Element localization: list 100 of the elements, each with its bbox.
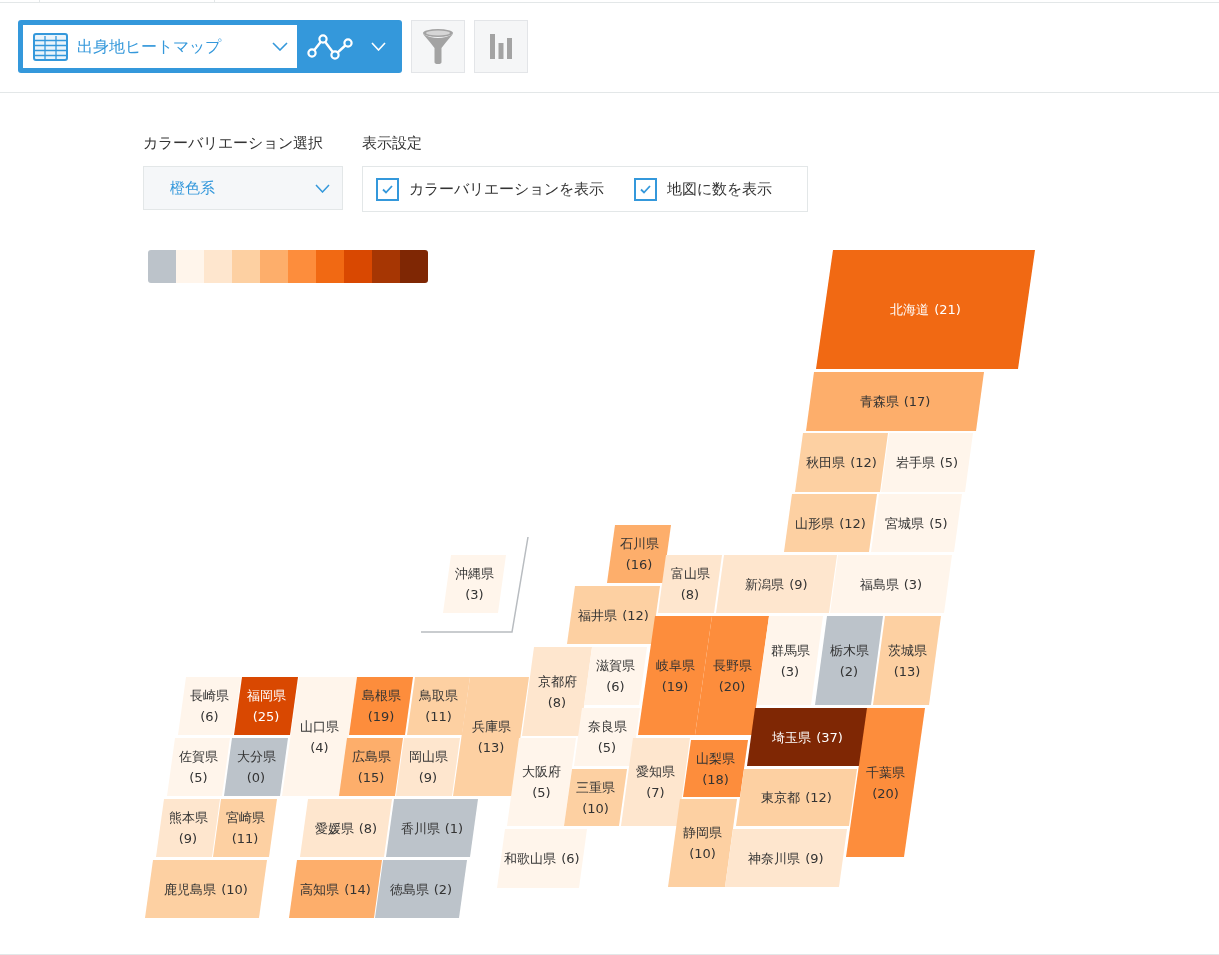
prefecture-count: (10) <box>689 845 716 862</box>
prefecture-name: 長崎県 <box>190 687 229 704</box>
prefecture-count: (6) <box>561 850 580 867</box>
prefecture-name: 富山県 <box>670 565 710 582</box>
prefecture-count: (37) <box>816 728 843 746</box>
prefecture-name: 和歌山県 <box>504 850 557 867</box>
funnel-icon <box>422 28 454 65</box>
prefecture-count: (9) <box>178 830 198 847</box>
prefecture-name: 秋田県 <box>806 454 846 471</box>
prefecture-name: 愛媛県 <box>314 819 354 837</box>
prefecture-name: 福島県 <box>859 575 899 593</box>
prefecture-count: (10) <box>221 880 248 898</box>
prefecture-count: (13) <box>893 662 921 680</box>
prefecture-count: (3) <box>780 662 800 680</box>
prefecture-name: 福井県 <box>578 606 618 624</box>
prefecture-name: 鹿児島県 <box>164 880 217 898</box>
prefecture-count: (17) <box>903 393 931 410</box>
prefecture-count: (2) <box>839 662 859 680</box>
chevron-down-icon <box>315 183 330 193</box>
prefecture-count: (25) <box>252 708 280 725</box>
prefecture-count: (7) <box>646 784 665 801</box>
prefecture-count: (18) <box>702 770 729 788</box>
checkmark-icon <box>640 184 651 194</box>
prefecture-name: 香川県 <box>400 819 440 837</box>
prefecture-count: (5) <box>532 784 551 801</box>
filter-button[interactable] <box>411 20 465 73</box>
prefecture-count: (12) <box>805 789 832 806</box>
prefecture-count: (5) <box>189 769 208 786</box>
prefecture-name: 宮崎県 <box>225 809 265 826</box>
table-icon <box>33 32 68 61</box>
prefecture-count: (9) <box>418 769 438 786</box>
prefecture-name: 静岡県 <box>683 824 722 841</box>
prefecture-name: 沖縄県 <box>455 565 494 582</box>
prefecture-count: (5) <box>939 454 959 471</box>
prefecture-name: 宮城県 <box>885 514 925 532</box>
prefecture-name: 島根県 <box>361 687 401 704</box>
chart-settings-button[interactable] <box>474 20 528 73</box>
display-settings-label: 表示設定 <box>362 133 423 153</box>
color-variation-dropdown[interactable]: 橙色系 <box>143 166 343 210</box>
prefecture-count: (6) <box>606 678 625 695</box>
prefecture-name: 大分県 <box>236 748 276 765</box>
line-chart-icon <box>307 32 354 61</box>
checkbox[interactable] <box>634 177 657 201</box>
prefecture-name: 兵庫県 <box>471 717 511 735</box>
prefecture-name: 茨城県 <box>887 641 927 659</box>
prefecture-name: 山梨県 <box>696 749 735 767</box>
prefecture-count: (2) <box>433 880 453 898</box>
report-select[interactable]: 出身地ヒートマップ <box>23 25 297 68</box>
chevron-down-icon <box>371 42 386 51</box>
prefecture-count: (11) <box>231 830 259 847</box>
prefecture-name: 京都府 <box>537 672 577 690</box>
checkbox[interactable] <box>376 177 399 201</box>
chevron-down-icon <box>272 42 288 51</box>
prefecture-count: (8) <box>358 819 378 837</box>
prefecture-count: (16) <box>625 556 653 573</box>
prefecture-name: 岩手県 <box>895 454 935 471</box>
prefecture-count: (4) <box>310 738 329 756</box>
prefecture-count: (8) <box>680 586 700 603</box>
prefecture-name: 新潟県 <box>745 575 785 593</box>
prefecture-count: (9) <box>805 849 824 867</box>
prefecture-count: (20) <box>718 677 746 695</box>
prefecture-count: (1) <box>444 819 464 837</box>
prefecture-name: 埼玉県 <box>772 728 812 746</box>
prefecture-name: 広島県 <box>351 748 391 765</box>
prefecture-name: 高知県 <box>300 880 340 898</box>
checkbox-label: 地図に数を表示 <box>667 178 772 200</box>
prefecture-name: 群馬県 <box>770 641 810 659</box>
prefecture-count: (12) <box>622 606 649 624</box>
prefecture-count: (13) <box>477 738 505 756</box>
prefecture-count: (5) <box>929 514 948 532</box>
prefecture-name: 長野県 <box>712 656 752 674</box>
bar-chart-icon <box>490 34 512 59</box>
prefecture-count: (12) <box>850 454 877 471</box>
prefecture-count: (3) <box>903 575 923 593</box>
prefecture-name: 佐賀県 <box>179 748 218 765</box>
prefecture-count: (8) <box>547 693 567 711</box>
prefecture-count: (3) <box>465 586 484 603</box>
prefecture-name: 滋賀県 <box>596 657 635 674</box>
prefecture-name: 徳島県 <box>389 880 429 898</box>
prefecture-count: (19) <box>367 708 395 725</box>
chart-type-button[interactable] <box>307 32 386 61</box>
prefecture-name: 神奈川県 <box>748 849 801 867</box>
prefecture-name: 大阪府 <box>522 763 561 780</box>
prefecture-count: (12) <box>839 514 866 532</box>
prefecture-name: 三重県 <box>576 778 615 796</box>
prefecture-name: 岐阜県 <box>655 656 695 674</box>
color-variation-label: カラーバリエーション選択 <box>143 133 324 153</box>
prefecture-name: 山形県 <box>795 514 835 532</box>
prefecture-name: 東京都 <box>761 789 801 806</box>
prefecture-count: (10) <box>582 799 609 817</box>
prefecture-name: 鳥取県 <box>419 687 458 704</box>
prefecture-name: 北海道 <box>890 301 930 318</box>
prefecture-name: 愛知県 <box>636 763 675 780</box>
prefecture-count: (5) <box>597 739 617 756</box>
prefecture-name: 山口県 <box>300 717 339 735</box>
prefecture-name: 青森県 <box>859 393 899 410</box>
prefecture-name: 石川県 <box>619 535 659 552</box>
prefecture-count: (20) <box>872 784 899 802</box>
prefecture-count: (21) <box>934 301 961 318</box>
prefecture-count: (11) <box>425 708 452 725</box>
